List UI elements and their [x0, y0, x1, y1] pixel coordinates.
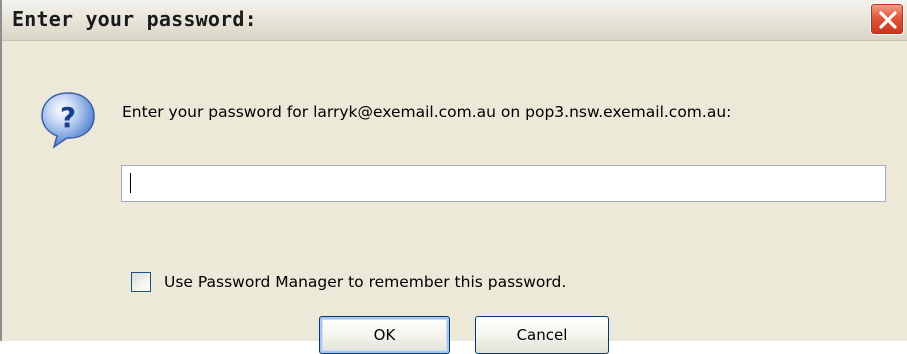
dialog-title: Enter your password:: [12, 7, 257, 31]
title-bar[interactable]: Enter your password:: [2, 0, 907, 41]
remember-password-checkbox[interactable]: [131, 272, 151, 292]
close-button[interactable]: [870, 3, 904, 35]
close-icon: [879, 11, 897, 29]
cancel-button-label: Cancel: [516, 326, 568, 344]
text-caret: [130, 173, 131, 193]
question-icon: ?: [41, 92, 95, 149]
password-input[interactable]: [121, 165, 886, 202]
remember-password-label[interactable]: Use Password Manager to remember this pa…: [164, 273, 566, 291]
ok-button[interactable]: OK: [319, 316, 450, 354]
cancel-button[interactable]: Cancel: [475, 316, 609, 354]
ok-button-label: OK: [373, 326, 396, 344]
dialog-body: ? Enter your password for larryk@exemail…: [2, 41, 907, 354]
password-dialog: Enter your password: ? Enter your passwo…: [0, 0, 907, 354]
prompt-message: Enter your password for larryk@exemail.c…: [122, 103, 732, 121]
svg-text:?: ?: [60, 101, 76, 134]
